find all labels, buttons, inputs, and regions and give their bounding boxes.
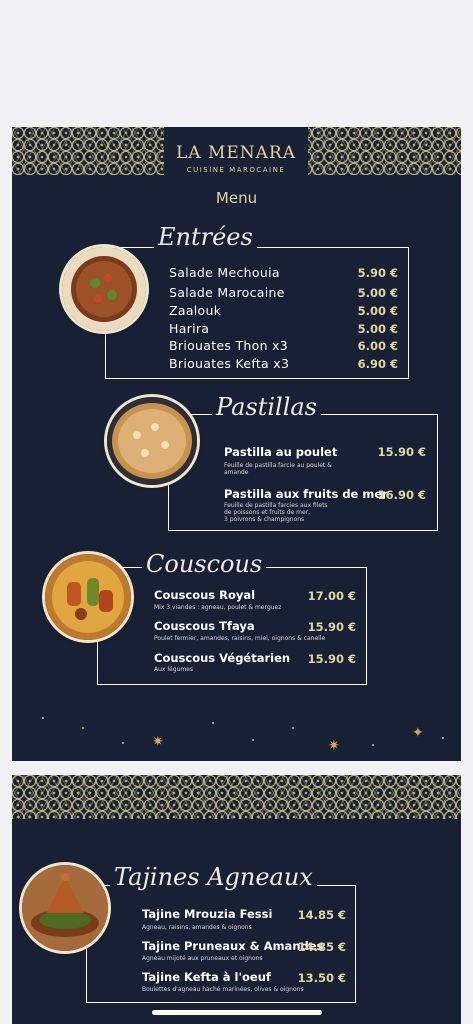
- entree-item-4-price: 6.00 €: [357, 339, 398, 353]
- salad-illustration: [62, 247, 146, 331]
- tajine-item-0-desc-0: Agneau, raisins, amandes & oignons: [142, 924, 252, 931]
- menu-page-1: LA MENARA CUISINE MAROCAINE Menu Entrées…: [12, 127, 461, 761]
- entree-item-2-name: Zaalouk: [169, 303, 222, 318]
- pastilla-item-1-desc-1: de poissons et fruits de mer,: [224, 509, 311, 516]
- star-icon: ✦: [412, 725, 424, 741]
- entree-item-3-name: Harira: [169, 321, 210, 336]
- tajine-item-1-price: 14.85 €: [297, 940, 346, 954]
- brand-block: LA MENARA CUISINE MAROCAINE: [164, 127, 308, 185]
- entree-item-1-name: Salade Marocaine: [169, 285, 285, 300]
- tajine-item-0-name: Tajine Mrouzia Fessi: [142, 907, 273, 921]
- couscous-item-1-name: Couscous Tfaya: [154, 619, 255, 633]
- menu-title: Menu: [215, 189, 258, 207]
- couscous-dish-image: [45, 554, 131, 640]
- tajine-item-1-desc-0: Agneau mijoté aux pruneaux et oignons: [142, 955, 263, 962]
- star-dot: [212, 722, 214, 724]
- entree-item-0-price: 5.90 €: [357, 266, 398, 280]
- entree-item-1-price: 5.00 €: [357, 286, 398, 300]
- pastillas-title: Pastillas: [212, 393, 321, 421]
- star-icon: ✷: [328, 738, 340, 754]
- couscous-item-1-desc-0: Poulet fermier, amandes, raisins, miel, …: [154, 635, 326, 642]
- couscous-item-2-name: Couscous Végétarien: [154, 651, 291, 665]
- pastilla-item-0-desc-1: amande: [224, 469, 249, 476]
- entree-item-5-name: Briouates Kefta x3: [169, 356, 290, 371]
- tajine-item-2-price: 13.50 €: [297, 971, 346, 985]
- pastilla-illustration: [107, 397, 197, 485]
- pastilla-item-1-desc-2: 3 poivrons & champignons: [224, 516, 305, 523]
- couscous-item-2-desc-0: Aux légumes: [154, 666, 193, 673]
- couscous-item-0-price: 17.00 €: [307, 589, 356, 603]
- tajine-item-2-desc-0: Boulettes d'agneau haché marinées, olive…: [142, 986, 304, 993]
- pastilla-item-1-price: 16.90 €: [377, 488, 426, 502]
- couscous-illustration: [45, 554, 131, 640]
- entree-item-3-price: 5.00 €: [357, 322, 398, 336]
- pastilla-item-0-price: 15.90 €: [377, 445, 426, 459]
- entree-item-2-price: 5.00 €: [357, 304, 398, 318]
- couscous-item-0-name: Couscous Royal: [154, 588, 256, 602]
- menu-page-2: Tajines Agneaux Tajine Mrouzia Fessi 14.…: [12, 775, 461, 1024]
- home-indicator[interactable]: [152, 1010, 322, 1015]
- tajine-illustration: [22, 865, 108, 951]
- couscous-item-1-price: 15.90 €: [307, 620, 356, 634]
- entree-item-5-price: 6.90 €: [357, 357, 398, 371]
- star-dot: [442, 737, 444, 739]
- tajine-dish-image: [22, 865, 108, 951]
- entree-item-4-name: Briouates Thon x3: [169, 338, 289, 353]
- ornament-banner: [12, 775, 461, 819]
- pastilla-item-0-name: Pastilla au poulet: [224, 445, 338, 459]
- tajines-title: Tajines Agneaux: [110, 863, 317, 891]
- brand-subtitle: CUISINE MAROCAINE: [186, 166, 286, 174]
- pastilla-item-0-desc-0: Feuille de pastilla farcie au poulet &: [224, 462, 332, 469]
- tajine-item-2-name: Tajine Kefta à l'oeuf: [142, 970, 271, 984]
- brand-name: LA MENARA: [175, 143, 296, 163]
- star-dot: [292, 727, 294, 729]
- pastilla-dish-image: [107, 397, 197, 485]
- star-dot: [372, 744, 374, 746]
- star-dot: [122, 742, 124, 744]
- couscous-title: Couscous: [142, 550, 267, 578]
- entree-item-0-name: Salade Mechouia: [169, 265, 280, 280]
- pastilla-item-1-desc-0: Feuille de pastilla farcies aux filets: [224, 502, 328, 509]
- star-dot: [82, 727, 84, 729]
- couscous-item-0-desc-0: Mix 3 viandes : agneau, poulet & merguez: [154, 604, 282, 611]
- entrees-dish-image: [62, 247, 146, 331]
- tajine-item-0-price: 14.85 €: [297, 908, 346, 922]
- couscous-item-2-price: 15.90 €: [307, 652, 356, 666]
- entrees-title: Entrées: [154, 223, 257, 251]
- star-dot: [42, 717, 44, 719]
- star-dot: [252, 739, 254, 741]
- star-icon: ✷: [152, 734, 164, 750]
